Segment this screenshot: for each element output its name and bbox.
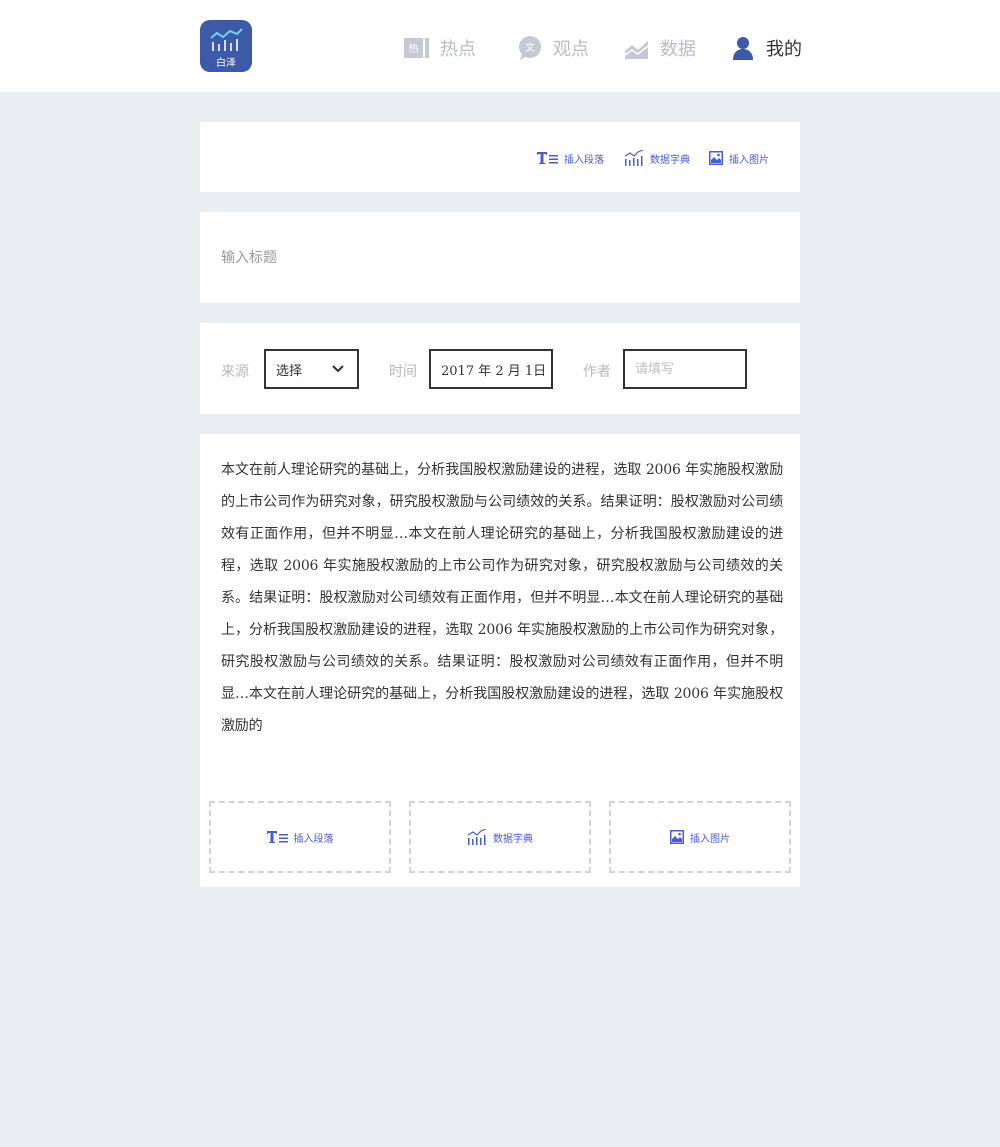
paragraph-icon bbox=[266, 831, 288, 843]
paragraph-icon bbox=[537, 152, 558, 164]
insert-paragraph-label: 插入段落 bbox=[564, 154, 604, 166]
content-section: 本文在前人理论研究的基础上，分析我国股权激励建设的进程，选取 2006 年实施股… bbox=[200, 434, 800, 887]
source-select-value: 选择 bbox=[276, 363, 303, 379]
author-label: 作者 bbox=[583, 364, 611, 380]
main-nav: 热 热点 文 观点 数据 我的 bbox=[0, 0, 1000, 92]
bottom-insert-paragraph-label: 插入段落 bbox=[293, 833, 334, 845]
chevron-down-icon bbox=[332, 365, 344, 373]
nav-label-data: 数据 bbox=[660, 39, 696, 60]
date-value: 2017 年 2 月 1日 bbox=[441, 363, 547, 379]
top-navigation-bar: 白泽 热 热点 文 观点 数据 我的 bbox=[0, 0, 1000, 92]
bottom-data-dictionary-button[interactable]: 数据字典 bbox=[409, 801, 591, 873]
data-dictionary-button[interactable]: 数据字典 bbox=[624, 150, 690, 166]
nav-item-data[interactable]: 数据 bbox=[624, 33, 696, 63]
author-field[interactable] bbox=[623, 349, 747, 389]
bottom-insert-image-button[interactable]: 插入图片 bbox=[609, 801, 791, 873]
image-icon bbox=[709, 151, 723, 165]
user-icon bbox=[733, 37, 753, 60]
nav-item-hot[interactable]: 热 热点 bbox=[404, 33, 476, 63]
author-input[interactable] bbox=[625, 351, 745, 387]
svg-text:文: 文 bbox=[525, 41, 535, 54]
nav-item-view[interactable]: 文 观点 bbox=[517, 33, 589, 63]
area-chart-icon bbox=[624, 41, 649, 59]
data-dictionary-label: 数据字典 bbox=[650, 154, 690, 166]
insert-paragraph-button[interactable]: 插入段落 bbox=[537, 150, 604, 166]
insert-image-label: 插入图片 bbox=[729, 154, 769, 166]
nav-label-hot: 热点 bbox=[440, 39, 476, 60]
bar-chart-icon bbox=[624, 150, 644, 166]
svg-text:热: 热 bbox=[409, 42, 419, 55]
hot-icon: 热 bbox=[404, 38, 429, 58]
nav-label-view: 观点 bbox=[553, 39, 589, 60]
bar-chart-icon bbox=[467, 829, 487, 845]
title-section bbox=[200, 212, 800, 303]
bottom-insert-image-label: 插入图片 bbox=[690, 833, 730, 845]
chat-icon: 文 bbox=[519, 36, 541, 60]
bottom-insert-paragraph-button[interactable]: 插入段落 bbox=[209, 801, 391, 873]
bottom-data-dictionary-label: 数据字典 bbox=[493, 833, 533, 845]
source-label: 来源 bbox=[221, 364, 249, 380]
insert-image-button[interactable]: 插入图片 bbox=[709, 150, 769, 166]
nav-label-mine: 我的 bbox=[766, 39, 802, 60]
image-icon bbox=[670, 830, 684, 844]
title-input[interactable] bbox=[221, 246, 781, 270]
time-label: 时间 bbox=[389, 364, 417, 380]
nav-item-mine[interactable]: 我的 bbox=[730, 33, 802, 63]
article-body[interactable]: 本文在前人理论研究的基础上，分析我国股权激励建设的进程，选取 2006 年实施股… bbox=[221, 454, 783, 742]
editor-toolbar: 插入段落 数据字典 插入图片 bbox=[200, 122, 800, 192]
meta-section: 来源 选择 时间 2017 年 2 月 1日 作者 bbox=[200, 323, 800, 414]
date-picker[interactable]: 2017 年 2 月 1日 bbox=[429, 349, 553, 389]
source-select[interactable]: 选择 bbox=[264, 349, 359, 389]
